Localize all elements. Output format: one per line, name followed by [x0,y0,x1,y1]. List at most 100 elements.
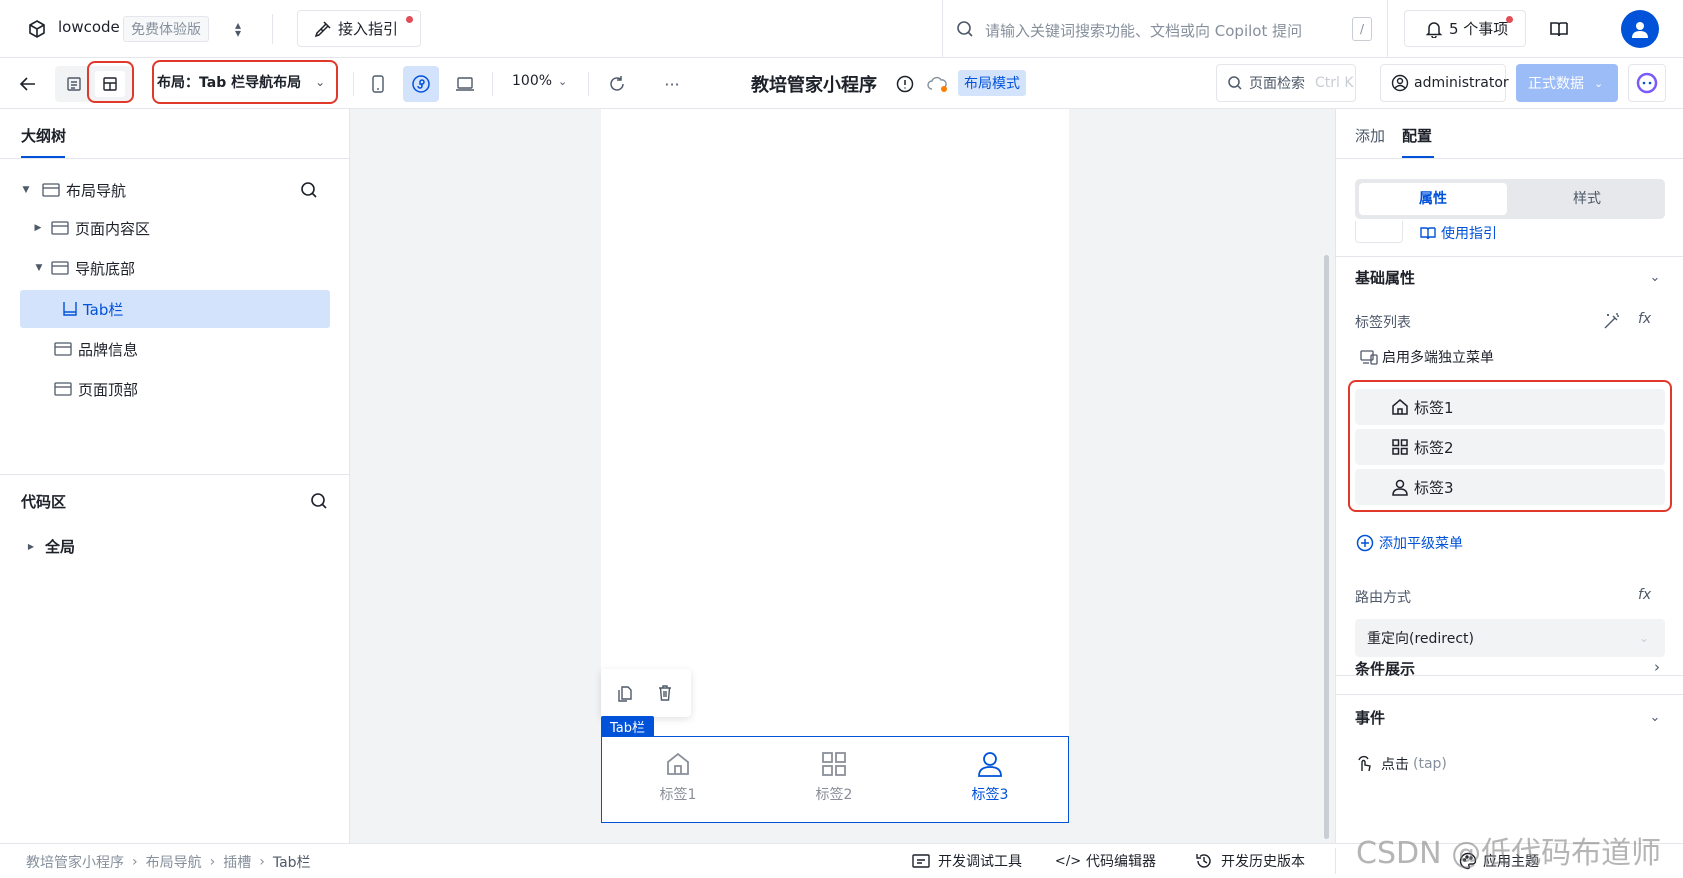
info-icon[interactable] [894,73,916,95]
tree-item-page-top[interactable]: 页面顶部 [52,370,322,408]
top-bar: lowcode 免费体验版 ▴ ▾ 接入指引 请输入关键词搜索功能、文档或向 Co… [0,0,1683,58]
segment-style[interactable]: 样式 [1513,183,1661,215]
multi-menu-toggle[interactable]: 启用多端独立菜单 [1360,347,1494,367]
add-menu-button[interactable]: 添加平级菜单 [1355,533,1463,553]
routing-select[interactable]: 重定向(redirect) ⌄ [1355,619,1665,657]
caret-down-icon: ▼ [22,185,30,195]
tree-item-nav-bottom[interactable]: ▼ 导航底部 [33,249,323,287]
event-chevron-down-icon[interactable]: ⌄ [1647,709,1663,725]
tab-bar-label: 标签1 [659,787,697,803]
breadcrumb-item[interactable]: 插槽 [223,852,251,872]
delete-icon[interactable] [654,682,676,704]
history-label: 开发历史版本 [1221,854,1305,870]
more-icon[interactable]: ··· [659,71,685,97]
tab-bar-item[interactable]: 标签2 [798,749,870,809]
component-thumb [1355,221,1403,243]
tree-item-layout-nav[interactable]: ▼ 布局导航 [20,171,330,209]
container-icon [49,221,71,235]
todo-button[interactable]: 5 个事项 [1404,10,1526,47]
tab-add[interactable]: 添加 [1355,125,1385,146]
back-arrow-icon[interactable] [17,73,39,95]
usage-guide-label: 使用指引 [1441,226,1497,242]
miniprogram-device-icon[interactable] [403,66,439,102]
basic-section-title[interactable]: 基础属性 [1355,267,1415,288]
page-search-label: 页面检索 [1249,76,1305,92]
plus-circle-icon [1355,533,1375,553]
avatar[interactable] [1621,10,1659,48]
breadcrumb-sep-icon: › [259,854,265,870]
tree-item-label: 导航底部 [75,259,136,278]
usage-guide-link[interactable]: 使用指引 [1419,223,1497,243]
tab-config[interactable]: 配置 [1402,125,1432,146]
breadcrumb-sep-icon: › [132,854,138,870]
chevron-down-icon[interactable]: ⌄ [1647,269,1663,285]
tab-bar-item-active[interactable]: 标签3 [954,749,1026,809]
breadcrumb: 教培管家小程序 › 布局导航 › 插槽 › Tab栏 [26,852,311,872]
tab-bar-preview[interactable]: 标签1 标签2 标签3 [601,736,1069,823]
tree-item-label: 页面顶部 [78,380,139,399]
tab-bar-item[interactable]: 标签1 [642,749,714,809]
right-panel: 添加 配置 属性 样式 使用指引 基础属性 ⌄ 标签列表 fx 启用多端独立菜单… [1335,109,1683,843]
code-editor-button[interactable]: </> 代码编辑器 [1055,851,1156,871]
app-name[interactable]: lowcode [58,18,120,36]
bell-icon [1425,20,1443,38]
tree-search-icon[interactable] [299,180,319,200]
tabbar-icon [61,301,79,317]
global-search-input[interactable]: 请输入关键词搜索功能、文档或向 Copilot 提问 [985,20,1302,41]
outline-tab[interactable]: 大纲树 [21,125,66,146]
left-divider [0,158,350,159]
code-item-global[interactable]: ▶ 全局 [26,527,316,565]
tree-item-brand-info[interactable]: 品牌信息 [52,330,322,368]
guide-button[interactable]: 接入指引 [297,10,421,47]
code-item-label: 全局 [45,537,76,556]
breadcrumb-item[interactable]: 布局导航 [146,852,202,872]
cond-section-title[interactable]: 条件展示 [1355,658,1415,679]
user-button[interactable]: administrator [1380,64,1509,102]
history-button[interactable]: 开发历史版本 [1195,851,1305,871]
section-divider [1336,694,1683,695]
switch-app-icon[interactable]: ▴ ▾ [228,18,248,40]
tab-bar-label: 标签2 [815,787,853,803]
event-click-row[interactable]: 点击 (tap) [1355,754,1447,774]
plug-icon [314,20,332,38]
code-divider [0,474,350,475]
caret-right-icon: ▶ [34,223,42,233]
container-icon [52,382,74,396]
docs-book-icon[interactable] [1548,18,1570,40]
copilot-button[interactable] [1628,64,1666,102]
fx-icon[interactable]: fx [1638,311,1651,327]
container-icon [40,183,62,197]
tree-item-label: 布局导航 [66,181,127,200]
devtools-button[interactable]: 开发调试工具 [912,851,1022,871]
app-title: 教培管家小程序 [751,75,877,96]
container-icon [52,342,74,356]
copy-icon[interactable] [614,682,636,704]
code-search-icon[interactable] [309,491,329,511]
canvas-scrollbar[interactable] [1324,255,1329,839]
breadcrumb-item[interactable]: Tab栏 [273,852,311,872]
event-click-label: 点击 [1381,757,1409,773]
mobile-device-icon[interactable] [365,71,391,97]
routing-fx-icon[interactable]: fx [1638,587,1651,603]
page-view-icon[interactable] [61,71,87,97]
grid-icon [819,749,849,779]
data-env-button[interactable]: 正式数据 ⌄ [1516,64,1618,102]
magic-wand-icon[interactable] [1602,311,1622,331]
zoom-value: 100% [512,73,553,89]
segment-props[interactable]: 属性 [1359,183,1507,215]
page-search-button[interactable]: 页面检索 Ctrl K [1216,64,1356,102]
search-icon [955,19,975,39]
add-menu-label: 添加平级菜单 [1379,536,1463,552]
event-section-title[interactable]: 事件 [1355,707,1385,728]
tree-item-tab-bar[interactable]: Tab栏 [20,290,330,328]
desktop-device-icon[interactable] [451,71,479,97]
tree-item-label: 页面内容区 [75,219,151,238]
chevron-right-icon[interactable]: › [1650,658,1664,676]
tree-item-page-content[interactable]: ▶ 页面内容区 [33,209,323,247]
status-bar: 教培管家小程序 › 布局导航 › 插槽 › Tab栏 开发调试工具 </> 代码… [0,836,1683,878]
todo-label: 5 个事项 [1449,20,1509,38]
zoom-select[interactable]: 100% ⌄ [512,73,567,89]
editor-toolbar: 布局：Tab 栏导航布局 ⌄ 100% ⌄ ··· 教培管家小程序 布局模式 页… [0,58,1683,109]
refresh-icon[interactable] [604,71,630,97]
breadcrumb-item[interactable]: 教培管家小程序 [26,852,124,872]
